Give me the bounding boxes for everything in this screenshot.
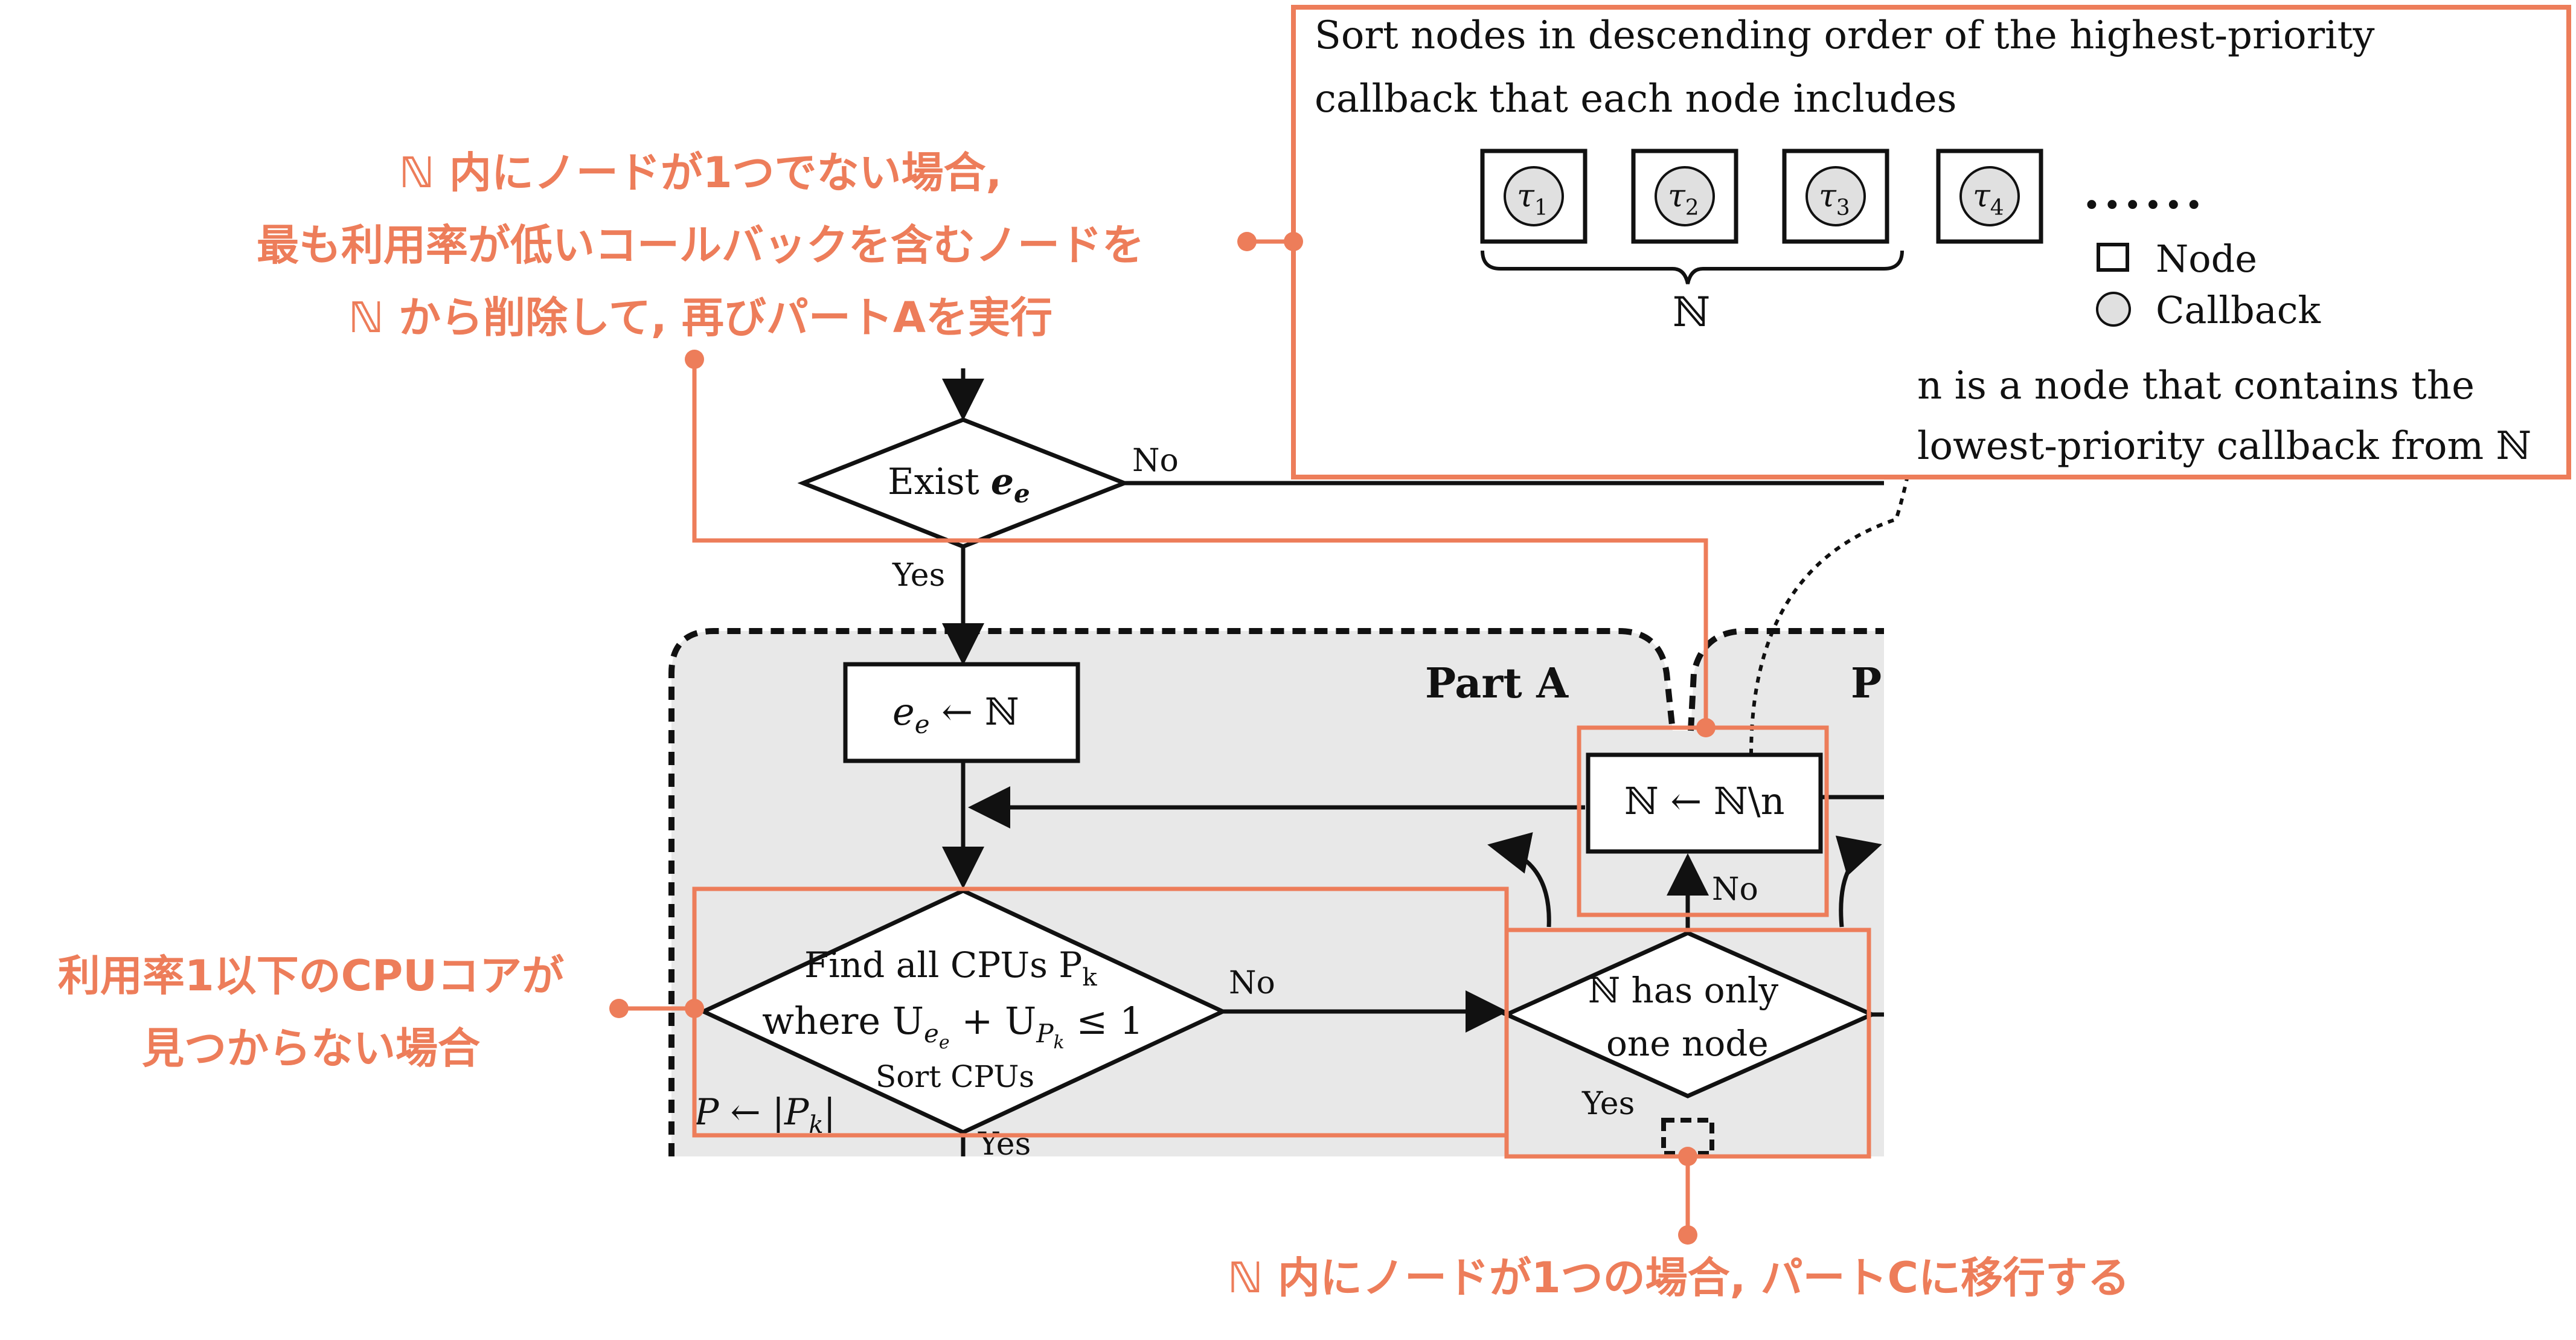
has-one-no-label: No: [1712, 871, 1758, 908]
annotation-top-left-2: 最も利用率が低いコールバックを含むノードを: [257, 220, 1144, 270]
has-one-node-line2: one node: [1606, 1023, 1769, 1064]
annotation-left-2: 見つからない場合: [142, 1024, 480, 1073]
leader-dot: [1696, 718, 1716, 737]
find-cpus-line3: Sort CPUs: [876, 1059, 1034, 1094]
inset-node-1: τ1: [1480, 149, 1588, 244]
part-a-label: Part A: [1425, 659, 1569, 708]
leader-dot: [685, 999, 704, 1018]
inset-node-3: τ3: [1782, 149, 1889, 244]
inset-line1: Sort nodes in descending order of the hi…: [1315, 13, 2375, 58]
leader-dot: [1678, 1147, 1697, 1166]
leader-dot: [685, 350, 704, 369]
legend-node-label: Node: [2156, 237, 2257, 281]
annotation-top-left-1: ℕ 内にノードが1つでない場合,: [399, 148, 1002, 197]
find-cpus-line1: Find all CPUs Pk: [804, 944, 1097, 992]
inset-dots: ......: [2083, 163, 2206, 220]
inset-node-2: τ2: [1631, 149, 1738, 244]
leader-dot: [1678, 1225, 1697, 1245]
inset-line2: callback that each node includes: [1315, 77, 1956, 121]
exist-yes-label: Yes: [892, 557, 945, 594]
annotation-bottom: ℕ 内にノードが1つの場合, パートCに移行する: [1228, 1253, 2130, 1303]
leader-dot: [609, 999, 629, 1018]
inset-node-4: τ4: [1936, 149, 2043, 244]
annotation-top-left-3: ℕ から削除して, 再びパートAを実行: [348, 293, 1053, 342]
remove-node-box-label: ℕ ← ℕ\n: [1624, 779, 1785, 823]
leader-dot: [1284, 232, 1303, 251]
inset-note-line1: n is a node that contains the: [1917, 364, 2475, 408]
exist-no-label: No: [1132, 443, 1179, 479]
find-no-label: No: [1229, 965, 1275, 1001]
find-yes-label: Yes: [978, 1126, 1031, 1162]
annotation-left-1: 利用率1以下のCPUコアが: [58, 951, 564, 1001]
exist-diamond-label: Exist ee: [888, 461, 1030, 508]
inset-brace-label: ℕ: [1673, 289, 1710, 336]
has-one-node-line1: ℕ has only: [1588, 970, 1778, 1011]
has-one-yes-label: Yes: [1581, 1086, 1635, 1122]
inset-note-line2: lowest-priority callback from ℕ: [1917, 424, 2531, 469]
legend-callback-label: Callback: [2156, 288, 2321, 332]
legend-callback-icon: [2096, 292, 2131, 327]
leader-dot: [1237, 232, 1257, 251]
flowchart-diagram: Part A P Exist ee No Yes ee ← ℕ ℕ ← ℕ\n …: [58, 5, 2571, 1303]
legend-node-icon: [2097, 243, 2129, 272]
part-b-label-partial: P: [1851, 659, 1882, 708]
assign-box-label: ee ← ℕ: [892, 690, 1019, 739]
